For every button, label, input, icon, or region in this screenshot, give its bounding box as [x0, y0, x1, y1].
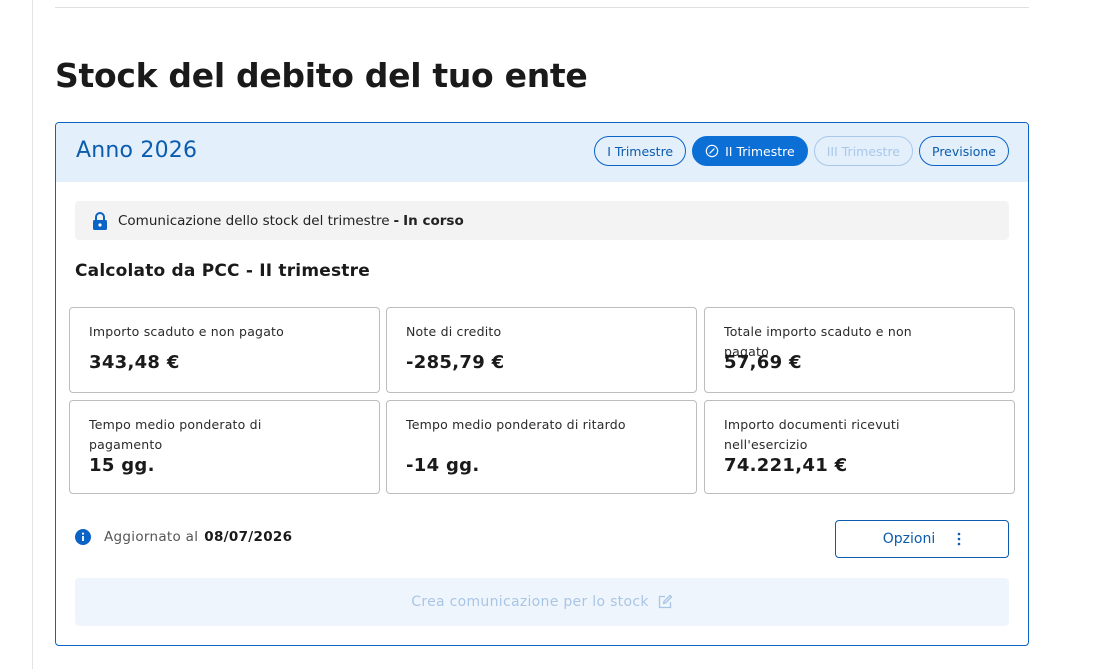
tab-label: III Trimestre — [826, 143, 900, 159]
tab-label: Previsione — [932, 143, 996, 159]
stat-value: -285,79 € — [406, 352, 505, 373]
create-communication-button[interactable]: Crea comunicazione per lo stock — [75, 578, 1009, 626]
tab-i-trimestre[interactable]: I Trimestre — [594, 136, 687, 166]
stat-card-note-credito: Note di credito -285,79 € — [386, 307, 697, 393]
stat-value: 343,48 € — [89, 352, 180, 373]
status-separator: - — [393, 212, 400, 229]
quarter-tabs: I Trimestre II Trimestre III Trimestre P… — [594, 136, 1009, 166]
status-text: Comunicazione dello stock del trimestre -… — [118, 213, 464, 229]
stat-label: Tempo medio ponderato di pagamento — [89, 417, 262, 452]
options-button[interactable]: Opzioni — [835, 520, 1009, 558]
status-description: Comunicazione dello stock del trimestre — [118, 212, 390, 229]
check-circle-icon — [705, 144, 719, 158]
tab-label: I Trimestre — [607, 143, 674, 159]
last-updated: Aggiornato al 08/07/2026 — [75, 529, 292, 545]
stat-value: -14 gg. — [406, 455, 480, 476]
stat-card-totale-scaduto: Totale importo scaduto e non pagato 57,6… — [704, 307, 1015, 393]
lock-icon — [93, 211, 107, 230]
stat-card-documenti-ricevuti: Importo documenti ricevuti nell'esercizi… — [704, 400, 1015, 494]
stat-label: Note di credito — [406, 324, 502, 339]
top-divider — [55, 7, 1029, 8]
options-label: Opzioni — [882, 531, 936, 547]
create-label: Crea comunicazione per lo stock — [411, 594, 649, 610]
stat-label: Tempo medio ponderato di ritardo — [406, 417, 626, 432]
status-notice: Comunicazione dello stock del trimestre -… — [75, 201, 1009, 240]
status-state: In corso — [403, 212, 464, 229]
stat-card-tempo-pagamento: Tempo medio ponderato di pagamento 15 gg… — [69, 400, 380, 494]
stat-label: Importo documenti ricevuti nell'esercizi… — [724, 417, 900, 452]
kebab-menu-icon — [957, 532, 961, 546]
stat-card-importo-scaduto: Importo scaduto e non pagato 343,48 € — [69, 307, 380, 393]
tab-label: II Trimestre — [725, 143, 795, 159]
edit-icon — [658, 594, 672, 609]
page-title: Stock del debito del tuo ente — [55, 56, 588, 95]
left-divider — [32, 0, 33, 669]
stat-value: 15 gg. — [89, 455, 155, 476]
updated-date: 08/07/2026 — [204, 529, 293, 545]
info-icon — [75, 529, 91, 545]
card-header: Anno 2026 I Trimestre II Trimestre III T… — [56, 123, 1028, 182]
stat-label: Importo scaduto e non pagato — [89, 324, 284, 339]
stock-card: Anno 2026 I Trimestre II Trimestre III T… — [55, 122, 1029, 646]
stat-value: 74.221,41 € — [724, 455, 848, 476]
updated-label: Aggiornato al — [104, 529, 199, 545]
tab-iii-trimestre[interactable]: III Trimestre — [813, 136, 913, 166]
stat-card-tempo-ritardo: Tempo medio ponderato di ritardo -14 gg. — [386, 400, 697, 494]
year-title: Anno 2026 — [76, 138, 198, 163]
tab-ii-trimestre[interactable]: II Trimestre — [692, 136, 808, 166]
section-title: Calcolato da PCC - II trimestre — [75, 261, 370, 281]
tab-previsione[interactable]: Previsione — [919, 136, 1009, 166]
stat-value: 57,69 € — [724, 352, 802, 373]
